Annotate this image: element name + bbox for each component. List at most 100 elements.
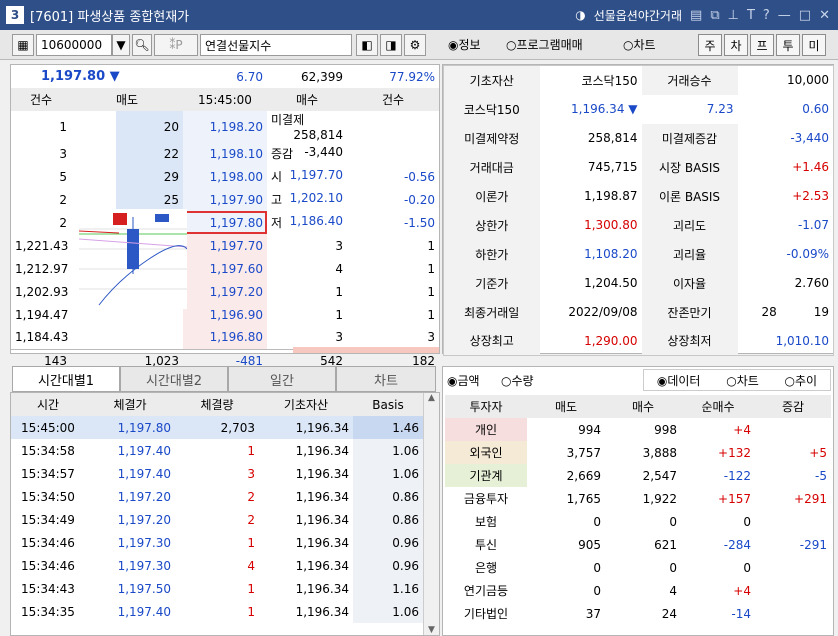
scroll-down-icon[interactable]: ▼ bbox=[424, 625, 439, 635]
investor-row[interactable]: 외국인 3,757 3,888 +132 +5 bbox=[445, 441, 831, 464]
trade-qty: 1 bbox=[247, 581, 255, 596]
tab-chart[interactable]: 차트 bbox=[336, 366, 436, 392]
ask-row[interactable]: 3 22 1,198.10 증감 -3,440 bbox=[11, 142, 439, 165]
minimize-icon[interactable]: — bbox=[778, 8, 791, 23]
maximize-icon[interactable]: □ bbox=[799, 8, 811, 23]
side-tab-3[interactable]: 투 bbox=[776, 34, 800, 56]
trade-row[interactable]: 15:34:35 1,197.40 1 1,196.34 1.06 bbox=[11, 600, 423, 623]
ask-count: 2 bbox=[59, 215, 67, 230]
info-row[interactable]: 거래대금 745,715 시장 BASIS +1.46 bbox=[443, 152, 834, 182]
side-tab-4[interactable]: 미 bbox=[802, 34, 826, 56]
radio-amount[interactable]: ◉금액 bbox=[447, 372, 480, 389]
info-row[interactable]: 코스닥150 1,196.34 ▼ 7.23 0.60 bbox=[443, 94, 834, 124]
tab-time2[interactable]: 시간대별2 bbox=[120, 366, 228, 392]
tab-time1[interactable]: 시간대별1 bbox=[12, 366, 120, 392]
side-tab-2[interactable]: 프 bbox=[750, 34, 774, 56]
info-row[interactable]: 하한가 1,108.20 괴리율 -0.09% bbox=[443, 239, 834, 269]
close-icon[interactable]: ✕ bbox=[819, 8, 830, 23]
scroll-up-icon[interactable]: ▲ bbox=[424, 393, 439, 403]
code-input[interactable]: 10600000 bbox=[36, 34, 112, 56]
trade-base: 1,196.34 bbox=[295, 466, 349, 481]
info-row[interactable]: 기초자산 코스닥150 거래승수 10,000 bbox=[443, 65, 834, 95]
bid-row[interactable]: 1,221.43 1,197.70 3 1 bbox=[11, 234, 439, 257]
bid-row[interactable]: 1,212.97 1,197.60 4 1 bbox=[11, 257, 439, 280]
radio-data[interactable]: ◉데이터 bbox=[657, 372, 701, 389]
ask-row[interactable]: 291,197.80저1,186.40-1.50 bbox=[11, 211, 439, 234]
investor-row[interactable]: 기관계 2,669 2,547 -122 -5 bbox=[445, 464, 831, 487]
trade-time: 15:45:00 bbox=[21, 420, 75, 435]
night-mode-icon[interactable]: ◑ bbox=[575, 8, 585, 22]
trade-basis: 1.06 bbox=[353, 439, 423, 462]
tab-daily[interactable]: 일간 bbox=[228, 366, 336, 392]
ask-change: -0.20 bbox=[403, 192, 435, 207]
investor-row[interactable]: 은행 0 0 0 bbox=[445, 556, 831, 579]
night-mode-label[interactable]: 선물옵션야간거래 bbox=[594, 7, 682, 24]
split-left-icon[interactable]: ◧ bbox=[356, 34, 378, 56]
trade-row[interactable]: 15:34:46 1,197.30 4 1,196.34 0.96 bbox=[11, 554, 423, 577]
investor-name: 개인 bbox=[445, 418, 527, 441]
radio-chart-view[interactable]: ○차트 bbox=[726, 372, 759, 389]
bid-row[interactable]: 1,194.47 1,196.90 1 1 bbox=[11, 303, 439, 326]
investor-table: 투자자 매도 매수 순매수 증감 개인 994 998 +4 외국인 3,757 3,888… bbox=[445, 395, 831, 625]
side-tab-0[interactable]: 주 bbox=[698, 34, 722, 56]
list-icon[interactable]: ▦ bbox=[12, 34, 34, 56]
trade-price: 1,197.40 bbox=[117, 466, 171, 481]
investor-row[interactable]: 개인 994 998 +4 bbox=[445, 418, 831, 441]
trade-basis: 0.86 bbox=[353, 508, 423, 531]
layout-icon[interactable]: ▤ bbox=[690, 8, 702, 23]
info-row[interactable]: 이론가 1,198.87 이론 BASIS +2.53 bbox=[443, 181, 834, 211]
chevron-down-icon[interactable]: ▼ bbox=[112, 34, 130, 56]
trade-row[interactable]: 15:34:49 1,197.20 2 1,196.34 0.86 bbox=[11, 508, 423, 531]
investor-name: 보험 bbox=[474, 515, 498, 529]
ask-info: 시 1,197.70 bbox=[267, 165, 347, 188]
mini-candle-chart bbox=[79, 209, 187, 309]
info-row[interactable]: 미결제약정 258,814 미결제증감 -3,440 bbox=[443, 123, 834, 153]
investor-row[interactable]: 기타법인 37 24 -14 bbox=[445, 602, 831, 625]
ask-count: 2 bbox=[59, 192, 67, 207]
gear-icon[interactable]: ⚙ bbox=[404, 34, 426, 56]
trade-row[interactable]: 15:34:50 1,197.20 2 1,196.34 0.86 bbox=[11, 485, 423, 508]
scrollbar[interactable]: ▲ ▼ bbox=[423, 393, 439, 635]
ask-row[interactable]: 5 29 1,198.00 시 1,197.70 -0.56 bbox=[11, 165, 439, 188]
font-icon[interactable]: T bbox=[747, 8, 755, 23]
side-tab-1[interactable]: 차 bbox=[724, 34, 748, 56]
ask-info: 고 1,202.10 bbox=[267, 188, 347, 211]
radio-info[interactable]: ◉정보 bbox=[448, 36, 481, 53]
info-val: 258,814 bbox=[587, 131, 638, 145]
split-right-icon[interactable]: ◨ bbox=[380, 34, 402, 56]
ask-price: 1,197.90 bbox=[183, 188, 267, 211]
search-icon[interactable]: 🔍︎ bbox=[132, 34, 152, 56]
info-label-2: 이론 BASIS bbox=[641, 181, 738, 211]
investor-row[interactable]: 투신 905 621 -284 -291 bbox=[445, 533, 831, 556]
info-row[interactable]: 상장최고 1,290.00 상장최저 1,010.10 bbox=[443, 326, 834, 356]
investor-row[interactable]: 연기금등 0 4 +4 bbox=[445, 579, 831, 602]
trade-row[interactable]: 15:34:58 1,197.40 1 1,196.34 1.06 bbox=[11, 439, 423, 462]
trade-row[interactable]: 15:34:57 1,197.40 3 1,196.34 1.06 bbox=[11, 462, 423, 485]
ask-row[interactable]: 1 20 1,198.20 미결제 258,814 bbox=[11, 111, 439, 142]
radio-qty[interactable]: ○수량 bbox=[501, 372, 534, 389]
info-row[interactable]: 최종거래일 2022/09/08 잔존만기 28 19 bbox=[443, 297, 834, 327]
ask-qty: 20 bbox=[71, 111, 183, 142]
pin-icon[interactable]: ⊥ bbox=[728, 8, 739, 23]
radio-trend[interactable]: ○추이 bbox=[785, 372, 818, 389]
trade-row[interactable]: 15:34:46 1,197.30 1 1,196.34 0.96 bbox=[11, 531, 423, 554]
info-value-2: 0.60 bbox=[802, 102, 829, 116]
trade-row[interactable]: 15:45:00 1,197.80 2,703 1,196.34 1.46 bbox=[11, 416, 423, 439]
name-display[interactable]: 연결선물지수 bbox=[200, 34, 352, 56]
bid-row[interactable]: 1,202.93 1,197.20 1 1 bbox=[11, 280, 439, 303]
help-icon[interactable]: ? bbox=[763, 8, 770, 23]
bid-row[interactable]: 1,184.43 1,196.80 3 3 bbox=[11, 326, 439, 349]
investor-row[interactable]: 보험 0 0 0 bbox=[445, 510, 831, 533]
bid-qty: 3 bbox=[335, 238, 343, 253]
investor-row[interactable]: 금융투자 1,765 1,922 +157 +291 bbox=[445, 487, 831, 510]
filter-icon[interactable]: ⁑P bbox=[154, 34, 198, 56]
ask-row[interactable]: 2 25 1,197.90 고 1,202.10 -0.20 bbox=[11, 188, 439, 211]
ask-qty: 22 bbox=[71, 142, 183, 165]
investor-buy: 1,922 bbox=[642, 491, 677, 506]
radio-chart[interactable]: ○차트 bbox=[623, 36, 656, 53]
window-icon[interactable]: ⧉ bbox=[710, 8, 719, 23]
info-row[interactable]: 상한가 1,300.80 괴리도 -1.07 bbox=[443, 210, 834, 240]
radio-program[interactable]: ○프로그램매매 bbox=[506, 36, 583, 53]
trade-row[interactable]: 15:34:43 1,197.50 1 1,196.34 1.16 bbox=[11, 577, 423, 600]
info-row[interactable]: 기준가 1,204.50 이자율 2.760 bbox=[443, 268, 834, 298]
